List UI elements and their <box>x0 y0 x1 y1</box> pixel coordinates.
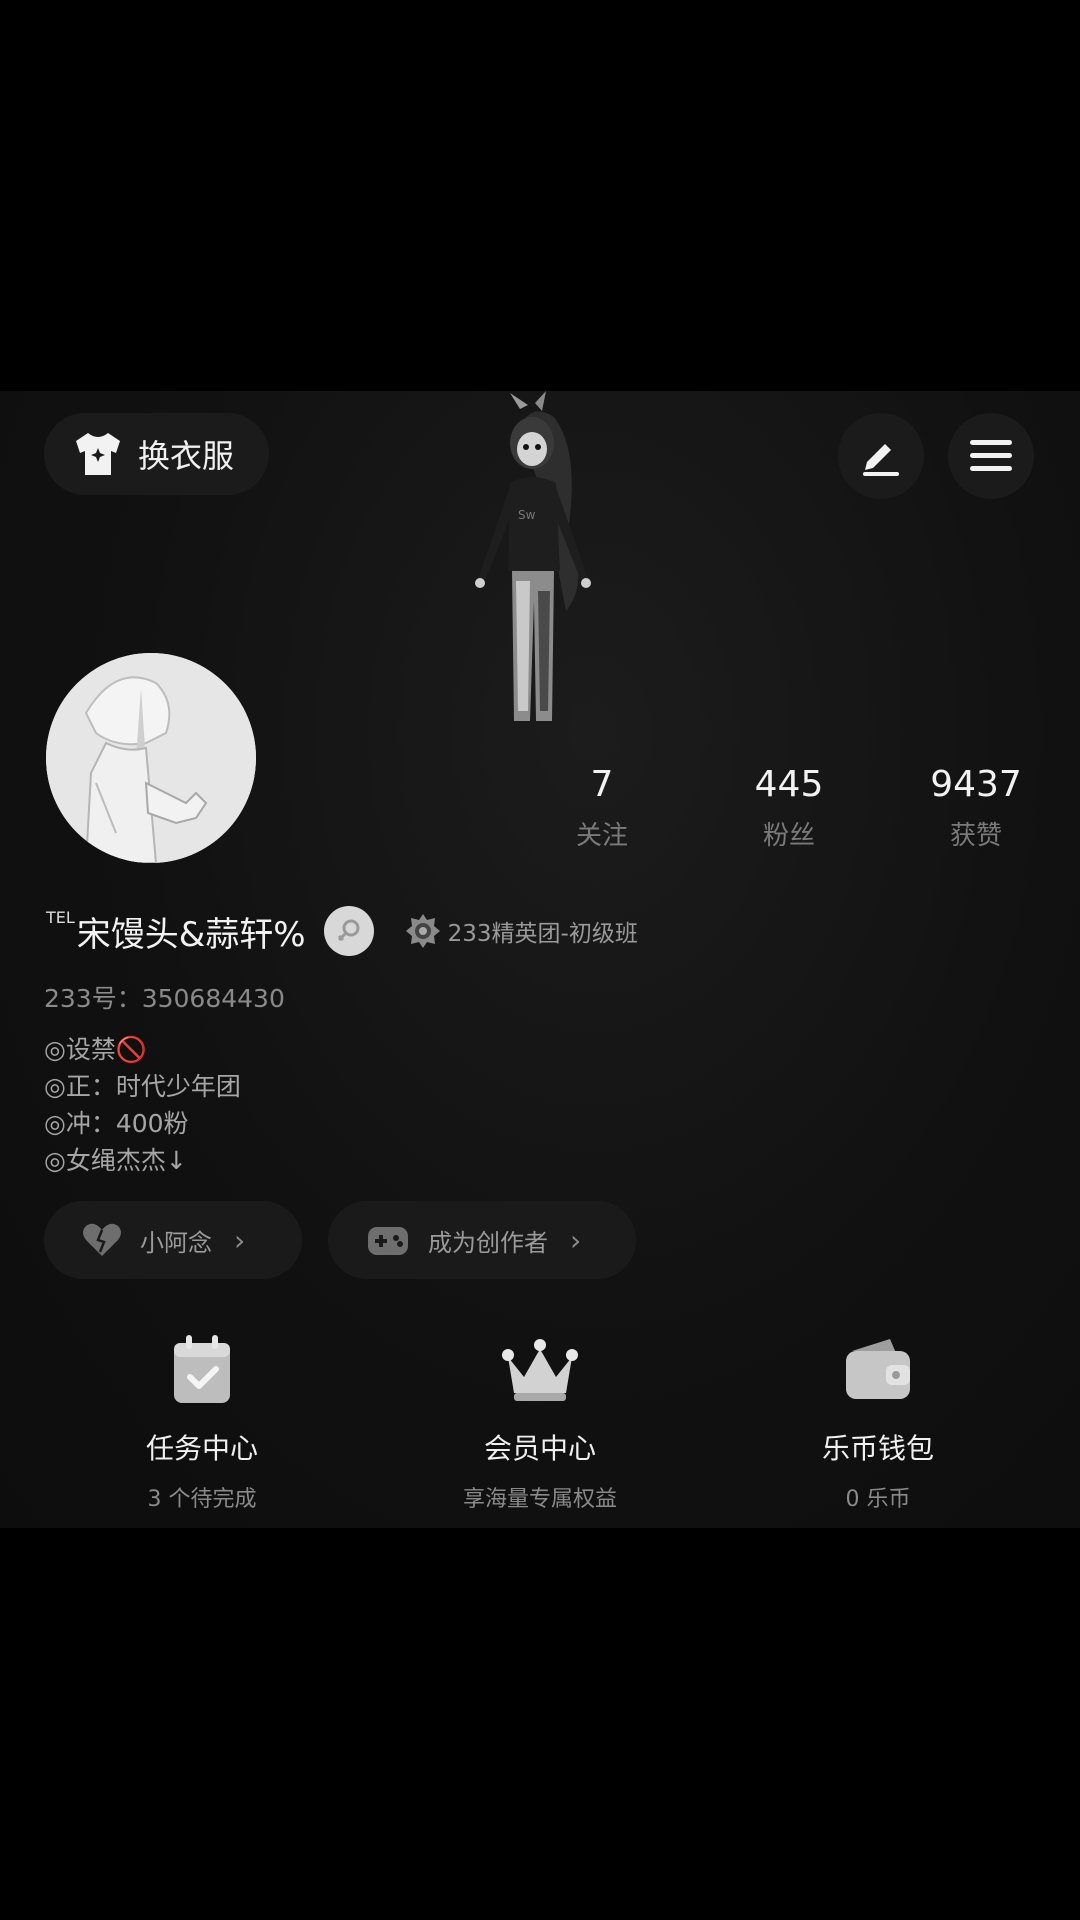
wallet-entry[interactable]: 乐币钱包 0 乐币 <box>748 1333 1008 1513</box>
rank-badge[interactable]: 233精英团-初级班 <box>404 912 638 950</box>
3d-avatar-figure[interactable]: Sw <box>450 391 630 721</box>
following-count: 7 <box>590 764 614 805</box>
following-label: 关注 <box>575 821 628 851</box>
avatar-illustration <box>46 653 256 863</box>
profile-name-row: TEL 宋馒头&蒜轩% 233精英团-初级班 <box>46 906 638 956</box>
hamburger-menu-icon <box>970 440 1012 471</box>
tshirt-icon <box>76 433 120 475</box>
profile-screen: 换衣服 Sw 7 关注 445 粉丝 9437 获赞 TEL 宋馒头&蒜轩% 2… <box>0 391 1080 1528</box>
name-prefix: TEL <box>46 908 75 927</box>
gamepad-icon <box>368 1227 408 1255</box>
likes-label: 获赞 <box>949 821 1002 851</box>
rank-medal-icon <box>405 914 440 948</box>
bio: ◎设禁🚫 ◎正：时代少年团 ◎冲：400粉 ◎女绳杰杰↓ <box>44 1031 241 1179</box>
wallet-title: 乐币钱包 <box>821 1432 934 1465</box>
avatar[interactable] <box>46 653 256 863</box>
user-id: 233号：350684430 <box>44 984 285 1013</box>
task-center-title: 任务中心 <box>145 1432 258 1465</box>
bio-line: ◎冲：400粉 <box>44 1109 189 1138</box>
task-center-entry[interactable]: 任务中心 3 个待完成 <box>72 1333 332 1513</box>
bio-line: ◎设禁🚫 <box>44 1035 147 1064</box>
bio-line: ◎正：时代少年团 <box>44 1072 241 1101</box>
vip-center-title: 会员中心 <box>483 1432 596 1465</box>
heart-icon <box>83 1223 121 1256</box>
vip-center-sub: 享海量专属权益 <box>462 1487 617 1512</box>
stat-following[interactable]: 7 关注 <box>522 763 682 852</box>
edit-profile-button[interactable] <box>838 413 924 499</box>
calendar-check-icon <box>174 1335 230 1403</box>
close-friend-chip[interactable]: 小阿念 › <box>44 1201 302 1279</box>
wallet-sub: 0 乐币 <box>845 1487 911 1512</box>
change-outfit-button[interactable]: 换衣服 <box>44 413 269 495</box>
female-icon <box>323 906 374 956</box>
chevron-right-icon: › <box>570 1223 582 1257</box>
profile-name: 宋馒头&蒜轩% <box>76 914 306 955</box>
likes-count: 9437 <box>930 764 1022 805</box>
vip-center-entry[interactable]: 会员中心 享海量专属权益 <box>410 1333 670 1513</box>
chevron-right-icon: › <box>234 1223 246 1257</box>
become-creator-chip[interactable]: 成为创作者 › <box>328 1201 636 1279</box>
fans-label: 粉丝 <box>762 821 815 851</box>
menu-button[interactable] <box>948 413 1034 499</box>
bio-line: ◎女绳杰杰↓ <box>44 1146 187 1175</box>
change-outfit-label: 换衣服 <box>138 437 235 475</box>
rank-label: 233精英团-初级班 <box>447 921 638 947</box>
wallet-icon <box>846 1339 910 1399</box>
pencil-icon <box>863 444 899 476</box>
svg-text:Sw: Sw <box>518 508 536 522</box>
fans-count: 445 <box>754 764 824 805</box>
become-creator-label: 成为创作者 <box>428 1228 548 1257</box>
crown-icon <box>502 1339 578 1401</box>
stat-fans[interactable]: 445 粉丝 <box>709 763 869 852</box>
task-center-sub: 3 个待完成 <box>147 1487 257 1512</box>
stat-likes[interactable]: 9437 获赞 <box>896 763 1056 852</box>
close-friend-label: 小阿念 <box>140 1228 212 1257</box>
